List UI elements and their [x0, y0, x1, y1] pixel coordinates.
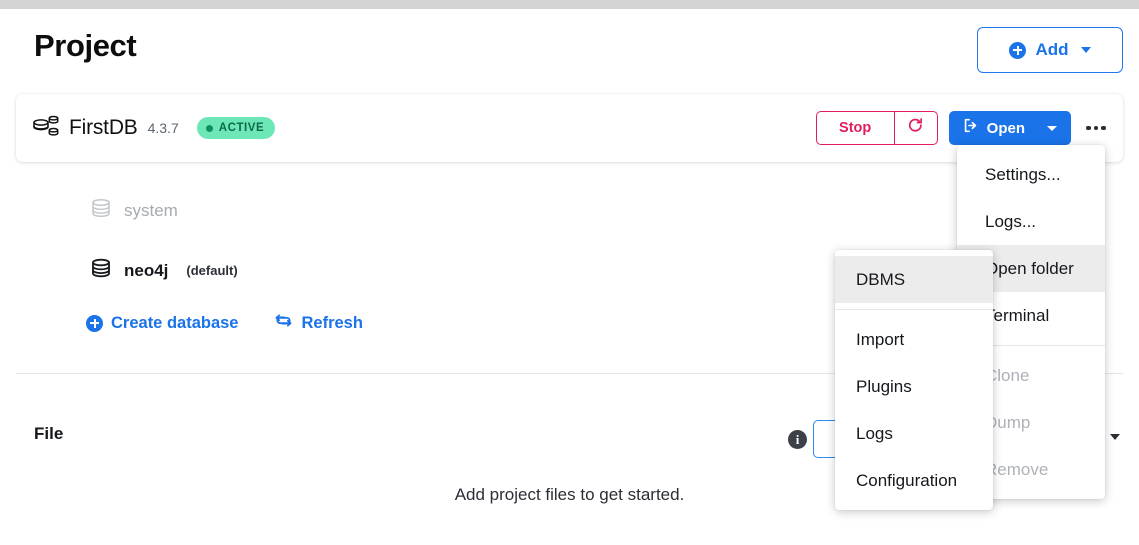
- create-database-button[interactable]: Create database: [86, 314, 238, 333]
- database-name: neo4j: [124, 260, 169, 280]
- ellipsis-icon: [1101, 125, 1106, 131]
- restart-button[interactable]: [893, 111, 938, 145]
- external-link-icon: [962, 117, 979, 139]
- submenu-item-configuration[interactable]: Configuration: [835, 457, 993, 504]
- plus-circle-icon: [86, 314, 103, 332]
- status-dot-icon: [205, 124, 213, 132]
- database-icon: [90, 197, 112, 224]
- database-cluster-icon: [32, 114, 60, 143]
- submenu-item-logs[interactable]: Logs: [835, 410, 993, 457]
- dbms-submenu: DBMS Import Plugins Logs Configuration: [835, 250, 993, 510]
- chevron-down-icon[interactable]: [1047, 125, 1057, 131]
- refresh-icon: [274, 311, 293, 335]
- database-row-system[interactable]: system: [90, 197, 178, 224]
- info-icon[interactable]: i: [788, 430, 807, 449]
- submenu-item-import[interactable]: Import: [835, 316, 993, 363]
- restart-icon: [907, 117, 924, 139]
- status-badge: ACTIVE: [196, 117, 276, 139]
- window-top-strip: [0, 0, 1139, 9]
- submenu-item-plugins[interactable]: Plugins: [835, 363, 993, 410]
- page-title: Project: [34, 28, 137, 63]
- chevron-down-icon: [1080, 47, 1091, 53]
- ellipsis-icon: [1086, 125, 1091, 131]
- database-name: system: [124, 200, 178, 220]
- database-default-tag: (default): [186, 263, 238, 278]
- refresh-button[interactable]: Refresh: [274, 311, 363, 335]
- stop-button[interactable]: Stop: [815, 111, 894, 145]
- file-section-title: File: [34, 424, 64, 443]
- context-menu-item-logs[interactable]: Logs...: [957, 198, 1105, 245]
- open-button[interactable]: Open: [948, 111, 1071, 145]
- ellipsis-icon: [1093, 125, 1099, 131]
- open-button-label: Open: [986, 119, 1025, 137]
- refresh-label: Refresh: [301, 313, 363, 332]
- submenu-item-dbms[interactable]: DBMS: [835, 256, 993, 303]
- dbms-name: FirstDB: [69, 116, 138, 139]
- database-actions: Create database Refresh: [86, 311, 363, 335]
- context-menu-item-settings[interactable]: Settings...: [957, 151, 1105, 198]
- stop-restart-group: Stop: [815, 111, 938, 145]
- dbms-identity: FirstDB 4.3.7 ACTIVE: [32, 94, 276, 162]
- more-options-button[interactable]: [1083, 115, 1109, 141]
- submenu-separator: [835, 309, 993, 310]
- app-root: Project Add FirstDB 4.3.7 ACTIVE Stop Op…: [0, 0, 1139, 545]
- add-button[interactable]: Add: [977, 27, 1123, 73]
- status-badge-label: ACTIVE: [218, 122, 265, 134]
- plus-circle-icon: [1009, 41, 1027, 59]
- add-button-label: Add: [1035, 40, 1069, 59]
- dbms-version: 4.3.7: [147, 120, 179, 136]
- chevron-down-icon[interactable]: [1110, 434, 1120, 440]
- database-row-neo4j[interactable]: neo4j (default): [90, 257, 238, 284]
- database-icon: [90, 257, 112, 284]
- create-database-label: Create database: [111, 313, 239, 332]
